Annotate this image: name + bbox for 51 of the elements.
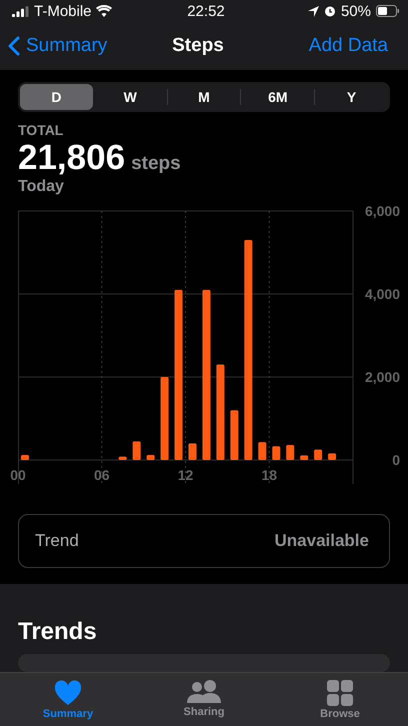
signal-icon — [12, 6, 30, 16]
trend-label: Trend — [35, 531, 79, 551]
x-axis-label: 12 — [178, 467, 194, 483]
y-axis-label: 4,000 — [364, 286, 400, 302]
bar — [118, 456, 127, 460]
heart-icon — [54, 680, 82, 706]
bar — [20, 455, 29, 460]
status-time: 22:52 — [187, 2, 225, 20]
bar — [230, 410, 238, 460]
period-tab[interactable]: D — [20, 84, 93, 110]
bar — [188, 443, 196, 460]
y-axis-label: 0 — [392, 452, 400, 468]
period-tab[interactable]: Y — [315, 84, 388, 110]
period-tab[interactable]: 6M — [241, 84, 314, 110]
bar — [146, 455, 155, 460]
grid-icon — [327, 680, 353, 706]
tab-bar-item[interactable]: Summary — [23, 679, 113, 721]
y-axis-label: 2,000 — [364, 369, 400, 385]
bar — [132, 441, 141, 460]
section-heading: Trends — [18, 618, 98, 646]
step-total: 21,806 — [18, 138, 126, 178]
battery-icon — [376, 5, 400, 17]
total-label: TOTAL — [18, 122, 64, 138]
x-axis-label: 18 — [261, 467, 278, 483]
alarm-clock-icon — [324, 5, 336, 17]
people-icon — [186, 680, 222, 704]
battery-percent: 50% — [340, 2, 371, 20]
wifi-icon — [96, 5, 112, 17]
tab-bar-item[interactable]: Browse — [295, 679, 385, 721]
period-label: Today — [18, 178, 65, 196]
bar — [258, 442, 266, 460]
x-axis-label: 06 — [94, 467, 110, 483]
trend-value: Unavailable — [274, 531, 369, 551]
bar — [314, 450, 322, 460]
bar — [300, 455, 308, 460]
tab-bar-item[interactable]: Sharing — [159, 679, 249, 719]
back-link[interactable]: Summary — [8, 35, 172, 57]
trend-card[interactable]: Trend Unavailable — [18, 514, 390, 568]
period-tab[interactable]: M — [168, 84, 240, 110]
add-data-link[interactable]: Add Data — [308, 35, 388, 57]
period-tab[interactable]: W — [94, 84, 167, 110]
location-arrow-icon — [308, 6, 319, 16]
bar — [286, 445, 294, 460]
chevron-left-icon — [8, 36, 20, 56]
carrier-name: T-Mobile — [34, 2, 92, 20]
x-axis-label: 00 — [10, 467, 26, 483]
bar — [272, 446, 280, 460]
bar — [328, 453, 336, 460]
page-title: Steps — [172, 35, 224, 57]
steps-unit: steps — [131, 153, 181, 175]
y-axis-label: 6,000 — [364, 203, 400, 219]
